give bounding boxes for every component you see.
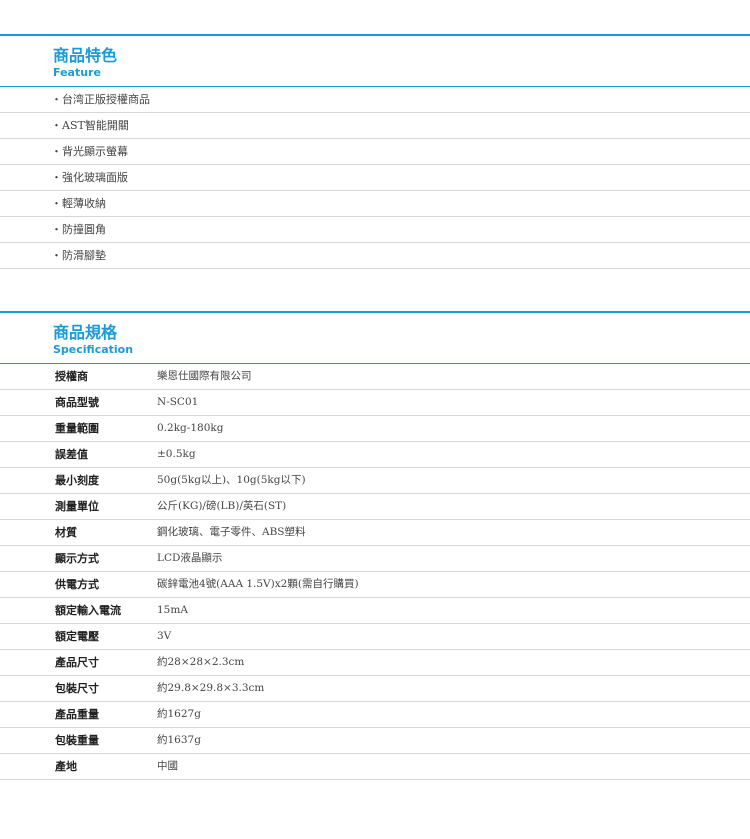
spec-value: 碳鋅電池4號(AAA 1.5V)x2顆(需自行購買): [157, 578, 359, 590]
spec-row: 產品尺寸 約28×28×2.3cm: [0, 650, 750, 676]
spec-title: 商品規格: [53, 323, 118, 342]
feature-row: ・輕薄收納: [0, 191, 750, 217]
spec-subtitle: Specification: [53, 343, 134, 356]
feature-row: ・強化玻璃面版: [0, 165, 750, 191]
spec-row: 最小刻度 50g(5kg以上)、10g(5kg以下): [0, 468, 750, 494]
spec-value: 鋼化玻璃、電子零件、ABS塑料: [157, 526, 306, 538]
spec-row: 產品重量 約1627g: [0, 702, 750, 728]
feature-row: ・防滑腳墊: [0, 243, 750, 269]
spec-key: 誤差值: [55, 448, 88, 461]
spec-value: 中國: [157, 760, 178, 772]
spec-row: 測量單位 公斤(KG)/磅(LB)/英石(ST): [0, 494, 750, 520]
spec-value: 約1637g: [157, 734, 201, 746]
feature-row: ・台湾正版授權商品: [0, 87, 750, 113]
spec-row: 產地 中國: [0, 754, 750, 780]
feature-item: ・防滑腳墊: [51, 249, 106, 262]
spec-value: 約29.8×29.8×3.3cm: [157, 682, 265, 694]
spec-key: 重量範圍: [55, 422, 99, 435]
spec-value: 15mA: [157, 604, 188, 616]
spec-key: 授權商: [55, 370, 88, 383]
spec-key: 商品型號: [55, 396, 99, 409]
spec-row: 授權商 樂恩仕國際有限公司: [0, 364, 750, 390]
spec-value: 0.2kg-180kg: [157, 422, 224, 434]
spec-row: 額定輸入電流 15mA: [0, 598, 750, 624]
feature-title: 商品特色: [53, 46, 118, 65]
feature-item: ・防撞圓角: [51, 223, 106, 236]
spec-key: 包裝尺寸: [55, 682, 99, 695]
feature-item: ・台湾正版授權商品: [51, 93, 150, 106]
spec-section: 商品規格 Specification 授權商 樂恩仕國際有限公司 商品型號 N-SC…: [0, 311, 750, 780]
spec-value: ±0.5kg: [157, 448, 196, 460]
spec-value: 公斤(KG)/磅(LB)/英石(ST): [157, 500, 287, 512]
spec-value: 約28×28×2.3cm: [157, 656, 245, 668]
spec-row: 材質 鋼化玻璃、電子零件、ABS塑料: [0, 520, 750, 546]
spec-key: 最小刻度: [55, 474, 99, 487]
spec-key: 材質: [55, 526, 77, 539]
spec-row: 商品型號 N-SC01: [0, 390, 750, 416]
spec-key: 產品重量: [55, 708, 99, 721]
feature-row: ・背光顯示螢幕: [0, 139, 750, 165]
spec-value: LCD液晶顯示: [157, 552, 223, 564]
spec-row: 重量範圍 0.2kg-180kg: [0, 416, 750, 442]
spec-value: 3V: [157, 630, 172, 642]
feature-heading: 商品特色 Feature: [0, 36, 750, 86]
feature-item: ・背光顯示螢幕: [51, 145, 128, 158]
spec-key: 產地: [55, 760, 77, 773]
spec-heading: 商品規格 Specification: [0, 313, 750, 363]
feature-item: ・強化玻璃面版: [51, 171, 128, 184]
spec-value: N-SC01: [157, 396, 199, 408]
spec-key: 供電方式: [55, 578, 99, 591]
spec-key: 包裝重量: [55, 734, 99, 747]
spec-row: 誤差值 ±0.5kg: [0, 442, 750, 468]
feature-item: ・AST智能開關: [51, 119, 129, 132]
feature-subtitle: Feature: [53, 66, 101, 79]
feature-list: ・台湾正版授權商品 ・AST智能開關 ・背光顯示螢幕 ・強化玻璃面版 ・輕薄收納…: [0, 87, 750, 269]
spec-row: 包裝重量 約1637g: [0, 728, 750, 754]
spec-key: 顯示方式: [55, 552, 99, 565]
spec-table: 授權商 樂恩仕國際有限公司 商品型號 N-SC01 重量範圍 0.2kg-180kg …: [0, 364, 750, 780]
spec-key: 測量單位: [55, 500, 99, 513]
feature-item: ・輕薄收納: [51, 197, 106, 210]
spec-row: 包裝尺寸 約29.8×29.8×3.3cm: [0, 676, 750, 702]
spec-value: 約1627g: [157, 708, 201, 720]
spec-key: 額定電壓: [55, 630, 99, 643]
feature-row: ・AST智能開關: [0, 113, 750, 139]
spec-value: 50g(5kg以上)、10g(5kg以下): [157, 474, 306, 486]
spec-row: 額定電壓 3V: [0, 624, 750, 650]
feature-section: 商品特色 Feature ・台湾正版授權商品 ・AST智能開關 ・背光顯示螢幕 …: [0, 34, 750, 269]
spec-row: 供電方式 碳鋅電池4號(AAA 1.5V)x2顆(需自行購買): [0, 572, 750, 598]
feature-row: ・防撞圓角: [0, 217, 750, 243]
spec-key: 額定輸入電流: [55, 604, 121, 617]
spec-value: 樂恩仕國際有限公司: [157, 370, 252, 382]
spec-row: 顯示方式 LCD液晶顯示: [0, 546, 750, 572]
spec-key: 產品尺寸: [55, 656, 99, 669]
